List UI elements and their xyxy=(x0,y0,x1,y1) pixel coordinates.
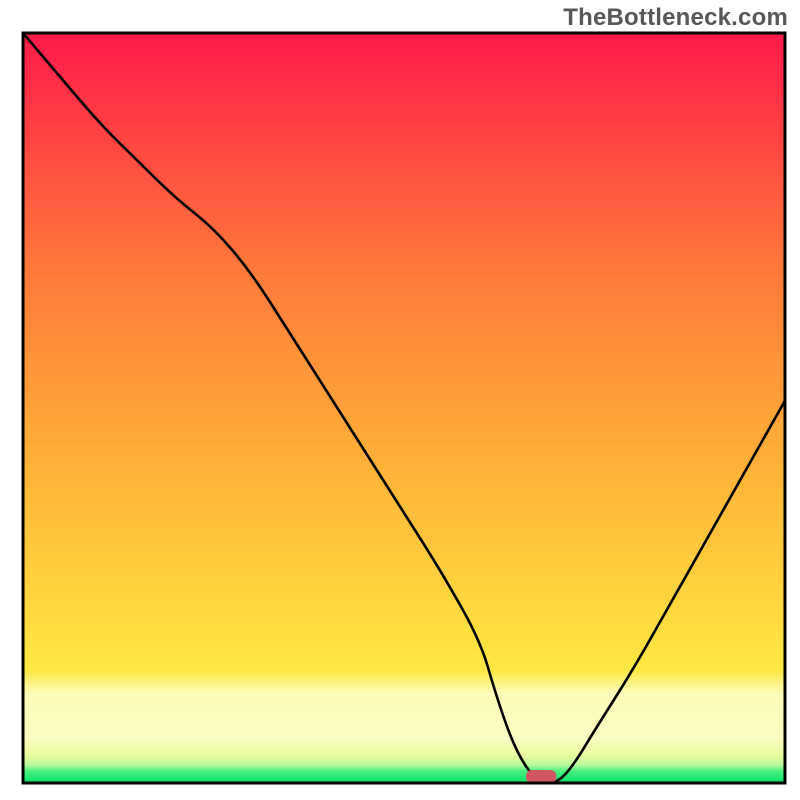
watermark-text: TheBottleneck.com xyxy=(563,4,788,32)
chart-svg xyxy=(0,0,800,800)
optimal-marker xyxy=(526,770,556,783)
bottleneck-chart: TheBottleneck.com xyxy=(0,0,800,800)
plot-background xyxy=(23,33,785,783)
